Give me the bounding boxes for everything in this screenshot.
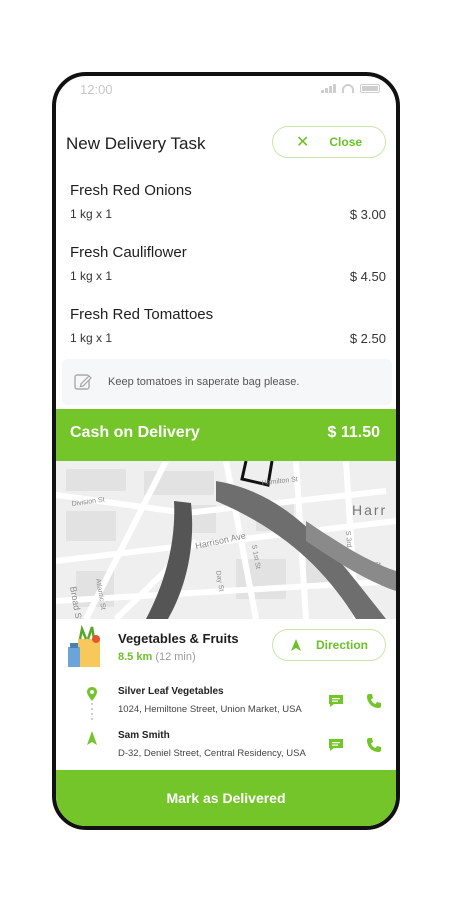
vendor-distance: 8.5 km (12 min) [118,651,196,663]
item-price: $ 2.50 [349,331,386,346]
vendor-card: Vegetables & Fruits 8.5 km (12 min) Dire… [56,619,396,679]
payment-method: Cash on Delivery [70,424,200,441]
phone-icon[interactable] [366,737,382,753]
item-price: $ 3.00 [349,207,386,222]
pickup-address: 1024, Hemiltone Street, Union Market, US… [118,704,302,715]
order-item: Fresh Cauliflower 1 kg x 1 $ 4.50 [70,244,386,294]
navigation-arrow-icon [87,731,97,745]
phone-icon[interactable] [366,693,382,709]
item-quantity: 1 kg x 1 [70,331,113,345]
map-label: Harr [352,502,387,518]
edit-note-icon [74,374,92,390]
status-time: 12:00 [80,82,113,97]
close-label: Close [329,135,363,149]
page-title: New Delivery Task [66,134,206,153]
direction-button[interactable]: Direction [272,629,386,661]
dropoff-stop: Sam Smith D-32, Deniel Street, Central R… [56,727,396,767]
wifi-icon [342,84,354,93]
dropoff-name: Sam Smith [118,730,170,741]
order-item: Fresh Red Onions 1 kg x 1 $ 3.00 [70,182,386,232]
navigation-arrow-icon [290,639,301,651]
item-price: $ 4.50 [349,269,386,284]
chat-icon[interactable] [328,738,344,752]
item-name: Fresh Red Onions [70,182,192,199]
mark-delivered-button[interactable]: Mark as Delivered [56,770,396,826]
route-stops: Silver Leaf Vegetables 1024, Hemiltone S… [56,679,396,771]
close-button[interactable]: ✕ Close [272,126,386,158]
task-header: New Delivery Task ✕ Close [56,126,396,160]
battery-icon [360,84,380,93]
close-icon: ✕ [295,134,310,151]
dropoff-address: D-32, Deniel Street, Central Residency, … [118,748,306,759]
map-canvas: Division St Hamilton St Harrison Ave S 1… [56,461,396,619]
phone-frame: 12:00 New Delivery Task ✕ Close Fresh Re… [52,72,400,830]
grocery-bag-icon [68,625,100,667]
pickup-name: Silver Leaf Vegetables [118,686,224,697]
item-quantity: 1 kg x 1 [70,207,113,221]
travel-time: (12 min) [155,651,196,663]
item-name: Fresh Red Tomattoes [70,306,214,323]
order-note: Keep tomatoes in saperate bag please. [62,359,392,405]
note-text: Keep tomatoes in saperate bag please. [108,376,300,388]
order-item: Fresh Red Tomattoes 1 kg x 1 $ 2.50 [70,306,386,356]
status-bar: 12:00 [56,76,396,102]
chat-icon[interactable] [328,694,344,708]
payment-bar: Cash on Delivery $ 11.50 [56,409,396,461]
route-map[interactable]: Division St Hamilton St Harrison Ave S 1… [56,461,396,619]
payment-amount: $ 11.50 [327,424,381,441]
pickup-stop: Silver Leaf Vegetables 1024, Hemiltone S… [56,683,396,723]
item-quantity: 1 kg x 1 [70,269,113,283]
signal-icon [321,84,336,93]
item-name: Fresh Cauliflower [70,244,187,261]
vendor-name: Vegetables & Fruits [118,631,239,646]
distance-value: 8.5 km [118,651,153,663]
location-pin-icon [87,687,97,701]
route-connector [91,703,93,721]
status-icons [321,84,380,93]
direction-label: Direction [315,638,368,652]
